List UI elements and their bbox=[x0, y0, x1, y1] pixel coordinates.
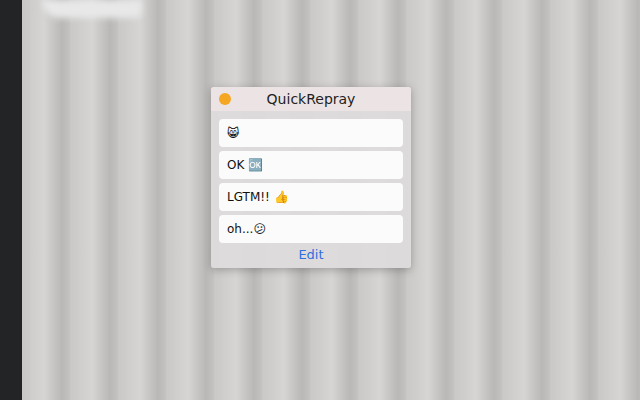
reply-list: 😸 OK 🆗 LGTM!! 👍 oh...😕 bbox=[211, 111, 411, 243]
window-title: QuickRepray bbox=[267, 91, 356, 107]
side-strip bbox=[0, 0, 22, 400]
reply-item[interactable]: oh...😕 bbox=[219, 215, 403, 243]
title-bar[interactable]: QuickRepray bbox=[211, 87, 411, 111]
quickrepray-window[interactable]: QuickRepray 😸 OK 🆗 LGTM!! 👍 oh...😕 Edit bbox=[211, 87, 411, 268]
footer: Edit bbox=[211, 243, 411, 268]
close-dot-icon[interactable] bbox=[219, 93, 231, 105]
desktop: QuickRepray 😸 OK 🆗 LGTM!! 👍 oh...😕 Edit bbox=[22, 0, 640, 400]
edit-button[interactable]: Edit bbox=[298, 247, 323, 262]
screen: QuickRepray 😸 OK 🆗 LGTM!! 👍 oh...😕 Edit bbox=[0, 0, 640, 400]
reply-item[interactable]: 😸 bbox=[219, 119, 403, 147]
reply-item[interactable]: OK 🆗 bbox=[219, 151, 403, 179]
background-photo bbox=[42, 0, 142, 18]
reply-item[interactable]: LGTM!! 👍 bbox=[219, 183, 403, 211]
